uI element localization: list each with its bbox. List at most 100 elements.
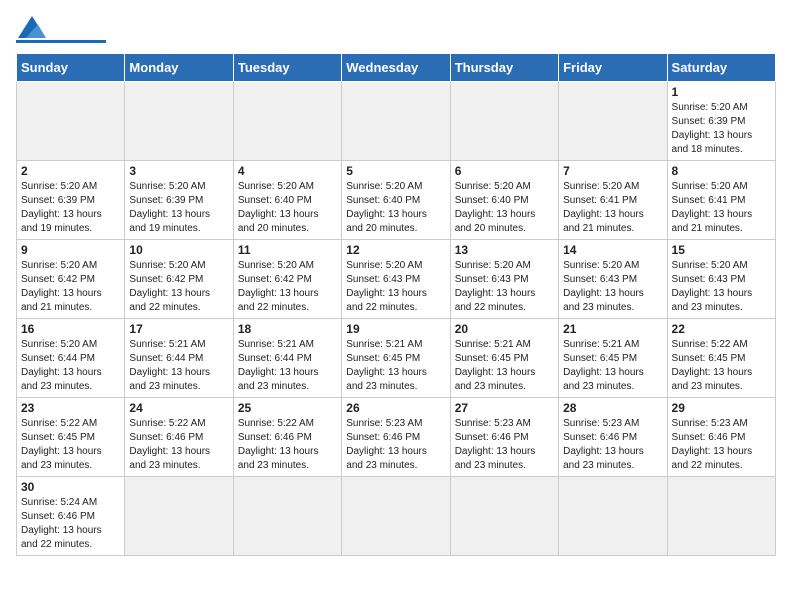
date-number: 6 — [455, 164, 554, 178]
calendar-cell: 16Sunrise: 5:20 AMSunset: 6:44 PMDayligh… — [17, 319, 125, 398]
sunset-time: 6:44 PM — [166, 353, 203, 364]
calendar-cell: 29Sunrise: 5:23 AMSunset: 6:46 PMDayligh… — [667, 398, 775, 477]
sunrise-label: Sunrise: — [238, 260, 275, 271]
sunset-time: 6:45 PM — [491, 353, 528, 364]
date-number: 7 — [563, 164, 662, 178]
date-number: 19 — [346, 322, 445, 336]
daylight-label: Daylight: — [21, 367, 60, 378]
date-number: 8 — [672, 164, 771, 178]
sunrise-label: Sunrise: — [238, 181, 275, 192]
cell-sun-info: Sunrise: 5:20 AMSunset: 6:39 PMDaylight:… — [672, 101, 771, 157]
sunset-label: Sunset: — [21, 353, 55, 364]
sunrise-time: 5:20 AM — [60, 260, 97, 271]
col-header-tuesday: Tuesday — [233, 54, 341, 82]
daylight-label: Daylight: — [455, 446, 494, 457]
sunrise-time: 5:20 AM — [711, 181, 748, 192]
daylight-label: Daylight: — [563, 367, 602, 378]
cell-sun-info: Sunrise: 5:20 AMSunset: 6:43 PMDaylight:… — [563, 259, 662, 315]
date-number: 5 — [346, 164, 445, 178]
cell-sun-info: Sunrise: 5:22 AMSunset: 6:45 PMDaylight:… — [21, 417, 120, 473]
calendar-cell: 25Sunrise: 5:22 AMSunset: 6:46 PMDayligh… — [233, 398, 341, 477]
calendar-week-1: 1Sunrise: 5:20 AMSunset: 6:39 PMDaylight… — [17, 82, 776, 161]
sunset-label: Sunset: — [238, 432, 272, 443]
calendar-cell — [559, 82, 667, 161]
calendar-header-row: SundayMondayTuesdayWednesdayThursdayFrid… — [17, 54, 776, 82]
date-number: 11 — [238, 243, 337, 257]
daylight-label: Daylight: — [672, 446, 711, 457]
sunset-label: Sunset: — [563, 353, 597, 364]
sunrise-time: 5:20 AM — [277, 260, 314, 271]
sunset-time: 6:46 PM — [600, 432, 637, 443]
sunrise-time: 5:20 AM — [169, 181, 206, 192]
calendar-week-3: 9Sunrise: 5:20 AMSunset: 6:42 PMDaylight… — [17, 240, 776, 319]
sunrise-label: Sunrise: — [129, 418, 166, 429]
sunset-time: 6:45 PM — [708, 353, 745, 364]
calendar-cell — [559, 477, 667, 556]
sunrise-time: 5:20 AM — [494, 260, 531, 271]
calendar-cell: 30Sunrise: 5:24 AMSunset: 6:46 PMDayligh… — [17, 477, 125, 556]
date-number: 9 — [21, 243, 120, 257]
logo-icon — [18, 16, 46, 38]
date-number: 10 — [129, 243, 228, 257]
cell-sun-info: Sunrise: 5:23 AMSunset: 6:46 PMDaylight:… — [672, 417, 771, 473]
daylight-label: Daylight: — [238, 209, 277, 220]
sunset-label: Sunset: — [672, 116, 706, 127]
date-number: 1 — [672, 85, 771, 99]
sunset-label: Sunset: — [129, 195, 163, 206]
daylight-label: Daylight: — [346, 367, 385, 378]
cell-sun-info: Sunrise: 5:23 AMSunset: 6:46 PMDaylight:… — [563, 417, 662, 473]
calendar-cell — [233, 477, 341, 556]
sunrise-label: Sunrise: — [21, 497, 58, 508]
sunrise-time: 5:23 AM — [494, 418, 531, 429]
calendar-cell — [342, 82, 450, 161]
sunset-label: Sunset: — [455, 432, 489, 443]
daylight-label: Daylight: — [563, 209, 602, 220]
sunrise-time: 5:20 AM — [494, 181, 531, 192]
cell-sun-info: Sunrise: 5:20 AMSunset: 6:44 PMDaylight:… — [21, 338, 120, 394]
date-number: 27 — [455, 401, 554, 415]
daylight-label: Daylight: — [563, 446, 602, 457]
sunset-time: 6:41 PM — [600, 195, 637, 206]
col-header-saturday: Saturday — [667, 54, 775, 82]
sunrise-time: 5:20 AM — [711, 102, 748, 113]
sunset-time: 6:46 PM — [491, 432, 528, 443]
sunset-label: Sunset: — [238, 353, 272, 364]
cell-sun-info: Sunrise: 5:20 AMSunset: 6:41 PMDaylight:… — [672, 180, 771, 236]
date-number: 17 — [129, 322, 228, 336]
date-number: 23 — [21, 401, 120, 415]
sunset-time: 6:40 PM — [275, 195, 312, 206]
daylight-label: Daylight: — [21, 209, 60, 220]
sunrise-label: Sunrise: — [672, 260, 709, 271]
sunset-time: 6:42 PM — [58, 274, 95, 285]
date-number: 24 — [129, 401, 228, 415]
cell-sun-info: Sunrise: 5:20 AMSunset: 6:40 PMDaylight:… — [346, 180, 445, 236]
sunrise-label: Sunrise: — [21, 339, 58, 350]
date-number: 2 — [21, 164, 120, 178]
sunset-label: Sunset: — [129, 432, 163, 443]
sunrise-time: 5:22 AM — [60, 418, 97, 429]
date-number: 14 — [563, 243, 662, 257]
daylight-label: Daylight: — [672, 288, 711, 299]
cell-sun-info: Sunrise: 5:21 AMSunset: 6:44 PMDaylight:… — [129, 338, 228, 394]
sunset-label: Sunset: — [672, 274, 706, 285]
date-number: 4 — [238, 164, 337, 178]
sunrise-time: 5:21 AM — [169, 339, 206, 350]
sunrise-time: 5:22 AM — [277, 418, 314, 429]
cell-sun-info: Sunrise: 5:20 AMSunset: 6:42 PMDaylight:… — [129, 259, 228, 315]
sunset-time: 6:40 PM — [491, 195, 528, 206]
cell-sun-info: Sunrise: 5:20 AMSunset: 6:41 PMDaylight:… — [563, 180, 662, 236]
sunset-time: 6:42 PM — [275, 274, 312, 285]
calendar-cell: 28Sunrise: 5:23 AMSunset: 6:46 PMDayligh… — [559, 398, 667, 477]
daylight-label: Daylight: — [21, 288, 60, 299]
sunrise-label: Sunrise: — [346, 339, 383, 350]
sunrise-time: 5:20 AM — [386, 181, 423, 192]
sunset-time: 6:46 PM — [166, 432, 203, 443]
sunrise-time: 5:21 AM — [277, 339, 314, 350]
calendar-cell — [342, 477, 450, 556]
sunset-time: 6:40 PM — [383, 195, 420, 206]
calendar-cell: 15Sunrise: 5:20 AMSunset: 6:43 PMDayligh… — [667, 240, 775, 319]
cell-sun-info: Sunrise: 5:20 AMSunset: 6:43 PMDaylight:… — [455, 259, 554, 315]
calendar-cell: 1Sunrise: 5:20 AMSunset: 6:39 PMDaylight… — [667, 82, 775, 161]
daylight-label: Daylight: — [21, 525, 60, 536]
calendar-cell: 14 Sunrise: 5:20 AMSunset: 6:43 PMDayligh… — [559, 240, 667, 319]
